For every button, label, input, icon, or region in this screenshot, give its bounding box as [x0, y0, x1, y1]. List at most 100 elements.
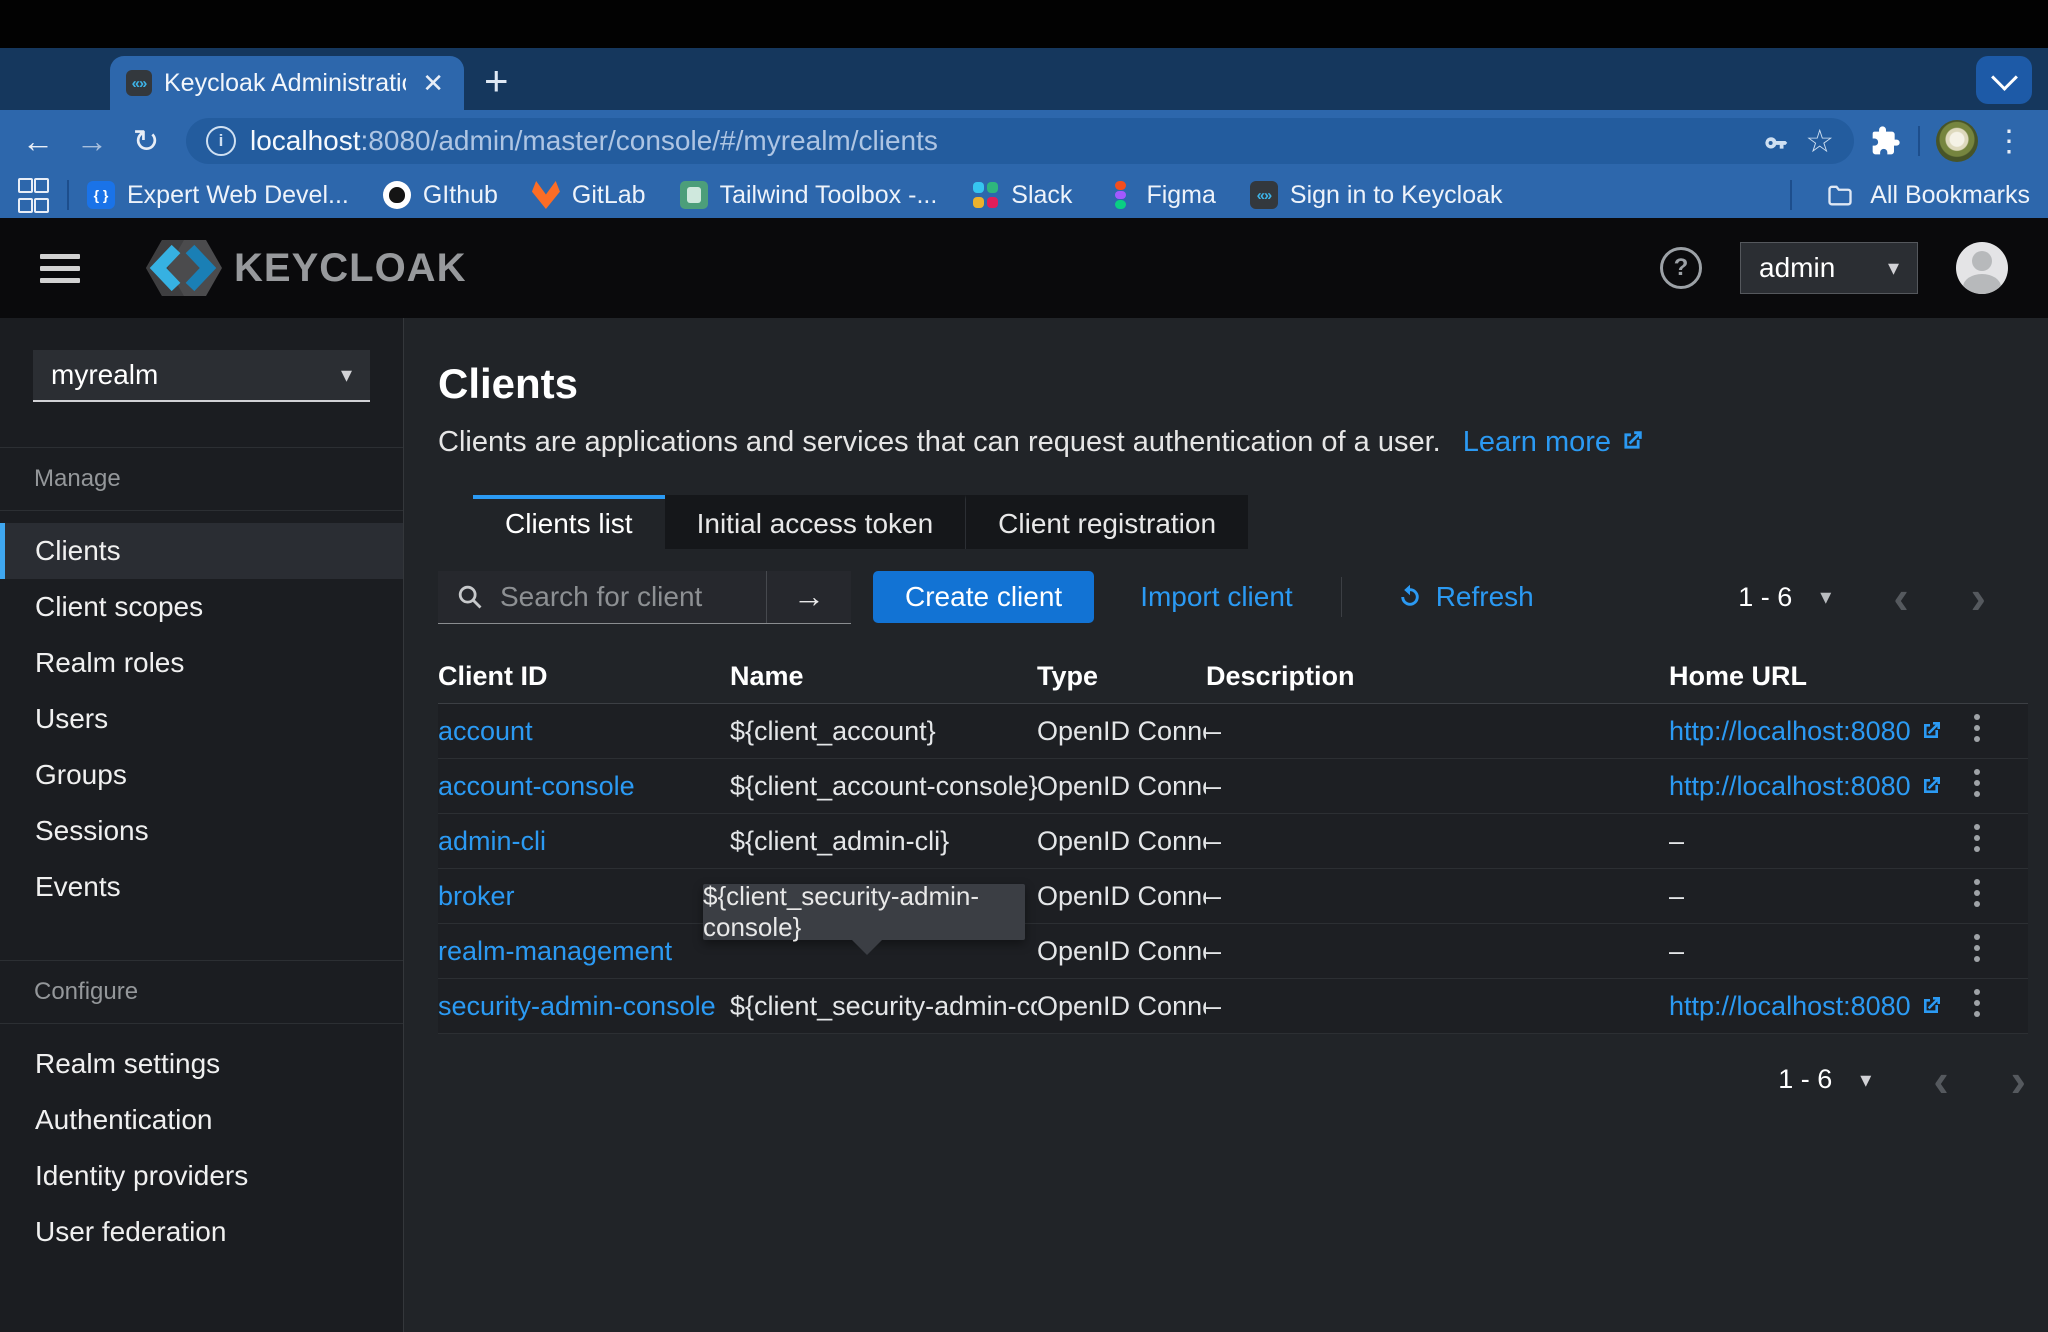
client-home-url-link[interactable]: http://localhost:8080: [1669, 991, 1961, 1022]
client-id-link[interactable]: realm-management: [438, 936, 730, 967]
table-body: account${client_account}OpenID Connect–h…: [438, 704, 2028, 1034]
main-content: Clients Clients are applications and ser…: [404, 318, 2048, 1332]
client-id-link[interactable]: security-admin-console: [438, 991, 730, 1022]
bookmark-gitlab[interactable]: GitLab: [532, 181, 646, 210]
tab-search-button[interactable]: [1976, 56, 2032, 104]
bookmark-slack[interactable]: Slack: [971, 181, 1072, 210]
password-key-icon[interactable]: [1761, 126, 1791, 156]
kebab-menu-icon[interactable]: [1974, 714, 1980, 720]
browser-menu-icon[interactable]: ⋮: [1984, 124, 2034, 159]
bookmark-sign-in-to-keycloak[interactable]: «»Sign in to Keycloak: [1250, 181, 1503, 210]
url-text: localhost:8080/admin/master/console/#/my…: [250, 125, 1747, 157]
user-avatar[interactable]: [1956, 242, 2008, 294]
pagination-bottom: 1 - 6 ▾ ‹ ›: [438, 1064, 2026, 1095]
sidebar-item-realm-settings[interactable]: Realm settings: [0, 1036, 403, 1092]
client-id-link[interactable]: account: [438, 716, 730, 747]
sidebar-item-sessions[interactable]: Sessions: [0, 803, 403, 859]
sidebar-item-clients[interactable]: Clients: [0, 523, 403, 579]
browser-tab-strip: «» Keycloak Administration Cons ✕ +: [0, 48, 2048, 110]
kebab-menu-icon[interactable]: [1974, 769, 1980, 775]
new-tab-button[interactable]: +: [484, 60, 509, 102]
client-type: OpenID Connect: [1037, 771, 1206, 802]
tab-initial-access-token[interactable]: Initial access token: [665, 495, 966, 549]
client-name: ${client_admin-cli}: [730, 826, 1037, 857]
table-row: security-admin-console${client_security-…: [438, 979, 2028, 1034]
sidebar-item-authentication[interactable]: Authentication: [0, 1092, 403, 1148]
row-actions: [1974, 714, 2028, 749]
table-header-row: Client IDNameTypeDescriptionHome URL: [438, 649, 2028, 704]
client-home-url-link[interactable]: http://localhost:8080: [1669, 771, 1961, 802]
row-actions: [1974, 824, 2028, 859]
bookmark-label: GIthub: [423, 181, 498, 210]
refresh-button[interactable]: Refresh: [1388, 581, 1534, 613]
bookmark-figma[interactable]: Figma: [1106, 181, 1215, 210]
address-bar[interactable]: i localhost:8080/admin/master/console/#/…: [186, 118, 1854, 164]
sidebar-item-user-federation[interactable]: User federation: [0, 1204, 403, 1260]
keycloak-logo[interactable]: KEYCLOAK: [124, 233, 466, 303]
sidebar-item-groups[interactable]: Groups: [0, 747, 403, 803]
realm-selector[interactable]: myrealm ▾: [33, 350, 370, 402]
gitlab-icon: [532, 181, 560, 209]
code-icon: { }: [87, 181, 115, 209]
pagination-prev-icon[interactable]: ‹: [1893, 587, 1908, 607]
bookmark-tailwind-toolbox[interactable]: Tailwind Toolbox -...: [680, 181, 938, 210]
tab-client-registration[interactable]: Client registration: [965, 495, 1248, 549]
client-description: –: [1206, 716, 1669, 747]
forward-button[interactable]: →: [68, 123, 116, 160]
pagination-next-icon[interactable]: ›: [1971, 587, 1986, 607]
tab-close-icon[interactable]: ✕: [418, 68, 448, 99]
bookmarks-divider-right: [1790, 180, 1792, 210]
kebab-menu-icon[interactable]: [1974, 879, 1980, 885]
sidebar-item-users[interactable]: Users: [0, 691, 403, 747]
kebab-menu-icon[interactable]: [1974, 824, 1980, 830]
row-actions: [1974, 769, 2028, 804]
client-id-link[interactable]: broker: [438, 881, 730, 912]
site-info-icon[interactable]: i: [206, 126, 236, 156]
import-client-link[interactable]: Import client: [1140, 581, 1293, 613]
column-header-description: Description: [1206, 661, 1669, 692]
bookmark-star-icon[interactable]: ☆: [1805, 122, 1834, 160]
pagination-caret-icon[interactable]: ▾: [1860, 1067, 1871, 1093]
search-submit-button[interactable]: →: [766, 571, 851, 623]
learn-more-link[interactable]: Learn more: [1463, 426, 1645, 459]
pagination-prev-icon[interactable]: ‹: [1933, 1070, 1948, 1090]
bookmarks-bar: { }Expert Web Devel... GIthub GitLab Tailwi…: [0, 172, 2048, 218]
create-client-button[interactable]: Create client: [873, 571, 1094, 623]
kebab-menu-icon[interactable]: [1974, 934, 1980, 940]
hamburger-menu-icon[interactable]: [40, 254, 80, 283]
apps-grid-icon[interactable]: [18, 178, 45, 213]
bookmark-github[interactable]: GIthub: [383, 181, 498, 210]
keycloak-header: KEYCLOAK ? admin ▾: [0, 218, 2048, 318]
client-id-link[interactable]: account-console: [438, 771, 730, 802]
bookmark-expert-web-devel[interactable]: { }Expert Web Devel...: [87, 181, 349, 210]
sidebar-item-realm-roles[interactable]: Realm roles: [0, 635, 403, 691]
sidebar-item-events[interactable]: Events: [0, 859, 403, 915]
external-link-icon: [1919, 994, 1943, 1018]
pagination-caret-icon[interactable]: ▾: [1820, 584, 1831, 610]
clients-table: Client IDNameTypeDescriptionHome URL acc…: [438, 649, 2028, 1034]
search-input[interactable]: Search for client: [438, 571, 766, 623]
back-button[interactable]: ←: [14, 123, 62, 160]
sidebar-item-identity-providers[interactable]: Identity providers: [0, 1148, 403, 1204]
tab-clients-list[interactable]: Clients list: [473, 495, 665, 549]
help-icon[interactable]: ?: [1660, 247, 1702, 289]
client-id-link[interactable]: admin-cli: [438, 826, 730, 857]
user-dropdown[interactable]: admin ▾: [1740, 242, 1918, 294]
client-home-url-link[interactable]: http://localhost:8080: [1669, 716, 1961, 747]
bookmark-label: Tailwind Toolbox -...: [720, 181, 938, 210]
keycloak-favicon-icon: «»: [126, 70, 152, 96]
table-row: realm-managementOpenID Connect––: [438, 924, 2028, 979]
browser-tab-active[interactable]: «» Keycloak Administration Cons ✕: [110, 56, 464, 110]
all-bookmarks-button[interactable]: All Bookmarks: [1870, 181, 2030, 210]
pagination-next-icon[interactable]: ›: [2011, 1070, 2026, 1090]
toolbar-divider: [1341, 577, 1342, 617]
table-toolbar: Search for client → Create client Import…: [438, 571, 2028, 623]
caret-down-icon: ▾: [341, 362, 352, 388]
github-icon: [383, 181, 411, 209]
sidebar-item-client-scopes[interactable]: Client scopes: [0, 579, 403, 635]
kebab-menu-icon[interactable]: [1974, 989, 1980, 995]
pagination-range: 1 - 6: [1738, 582, 1792, 613]
extensions-icon[interactable]: [1870, 125, 1902, 157]
reload-button[interactable]: ↻: [122, 122, 170, 160]
browser-profile-avatar[interactable]: [1936, 120, 1978, 162]
